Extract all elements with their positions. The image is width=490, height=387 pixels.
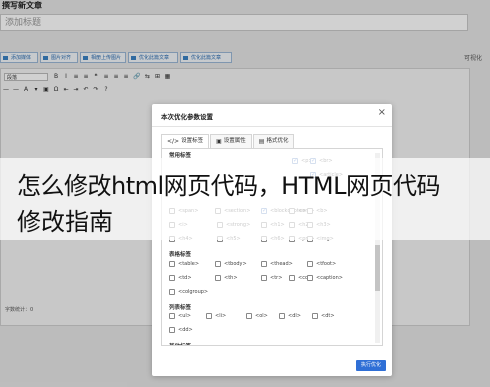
tab-attribute-settings[interactable]: ▣ 设置属性 (210, 134, 252, 148)
tag-option[interactable]: <colgroup> (169, 288, 208, 296)
image-icon: ▣ (216, 138, 222, 145)
tag-option[interactable]: <td> (169, 274, 192, 282)
tag-checkbox[interactable] (261, 275, 267, 281)
tag-option[interactable]: <caption> (307, 274, 343, 282)
tag-label: <th> (224, 275, 238, 281)
tag-checkbox[interactable] (169, 313, 175, 319)
tag-option[interactable]: <tr> (261, 274, 282, 282)
tag-label: <dl> (288, 313, 301, 319)
format-icon: ▤ (258, 138, 265, 145)
tag-checkbox[interactable] (307, 275, 313, 281)
dialog-tabs: </> 设置标签 ▣ 设置属性 ▤ 格式优化 (161, 134, 295, 148)
tag-label: <thead> (270, 261, 293, 267)
tag-option[interactable]: <thead> (261, 260, 293, 268)
tag-checkbox[interactable] (307, 261, 313, 267)
tag-label: <dd> (178, 327, 193, 333)
group-title: 其他标签 (169, 342, 191, 345)
tag-label: <tr> (270, 275, 283, 281)
tag-checkbox[interactable] (169, 275, 175, 281)
dialog-title: 本次优化参数设置 (161, 113, 213, 121)
banner-title-line2: 修改指南 (17, 208, 113, 236)
tag-label: <tbody> (224, 261, 247, 267)
tab-label: 设置标签 (181, 138, 204, 144)
code-icon: </> (167, 138, 180, 145)
article-title-banner: 怎么修改html网页代码，HTML网页代码 修改指南 (0, 158, 490, 240)
close-icon[interactable]: × (378, 107, 386, 118)
tag-checkbox[interactable] (312, 313, 318, 319)
tag-label: <caption> (316, 275, 343, 281)
tag-option[interactable]: <dl> (279, 312, 301, 320)
tag-label: <td> (178, 275, 192, 281)
optimize-settings-dialog: 本次优化参数设置 × </> 设置标签 ▣ 设置属性 ▤ 格式优化 常用标签<p… (152, 104, 392, 376)
tag-label: <colgroup> (178, 289, 209, 295)
execute-optimize-button[interactable]: 执行优化 (356, 360, 386, 371)
tag-checkbox[interactable] (169, 289, 175, 295)
group-title: 表格标签 (169, 252, 192, 258)
tag-checkbox[interactable] (206, 313, 212, 319)
tag-option[interactable]: <table> (169, 260, 199, 268)
tag-option[interactable]: <li> (206, 312, 226, 320)
tag-label: <dt> (321, 313, 335, 319)
tag-checkbox[interactable] (289, 275, 295, 281)
tag-label: <ol> (255, 313, 268, 319)
tag-label: <table> (178, 261, 200, 267)
tag-option[interactable]: <ul> (169, 312, 191, 320)
banner-title-line1: 怎么修改html网页代码，HTML网页代码 (17, 172, 440, 200)
scrollbar-thumb[interactable] (375, 245, 380, 291)
tab-format-optimize[interactable]: ▤ 格式优化 (252, 134, 295, 148)
tab-tag-settings[interactable]: </> 设置标签 (161, 134, 210, 148)
tag-label: <tfoot> (316, 261, 337, 267)
tag-option[interactable]: <dt> (312, 312, 335, 320)
dialog-divider (152, 126, 392, 127)
tag-checkbox[interactable] (215, 261, 221, 267)
tag-checkbox[interactable] (246, 313, 252, 319)
tag-option[interactable]: <ol> (246, 312, 268, 320)
tag-checkbox[interactable] (279, 313, 285, 319)
tab-label: 设置属性 (223, 138, 246, 144)
tag-checkbox[interactable] (261, 261, 267, 267)
tag-checkbox[interactable] (169, 327, 175, 333)
tag-option[interactable]: <tfoot> (307, 260, 336, 268)
tag-checkbox[interactable] (215, 275, 221, 281)
tag-checkbox[interactable] (169, 261, 175, 267)
tag-label: <ul> (178, 313, 191, 319)
tab-label: 格式优化 (266, 138, 289, 144)
tag-option[interactable]: <tbody> (215, 260, 247, 268)
tag-option[interactable]: <th> (215, 274, 238, 282)
tag-label: <li> (215, 313, 227, 319)
group-title: 列表标签 (169, 305, 192, 311)
tag-option[interactable]: <dd> (169, 326, 193, 334)
